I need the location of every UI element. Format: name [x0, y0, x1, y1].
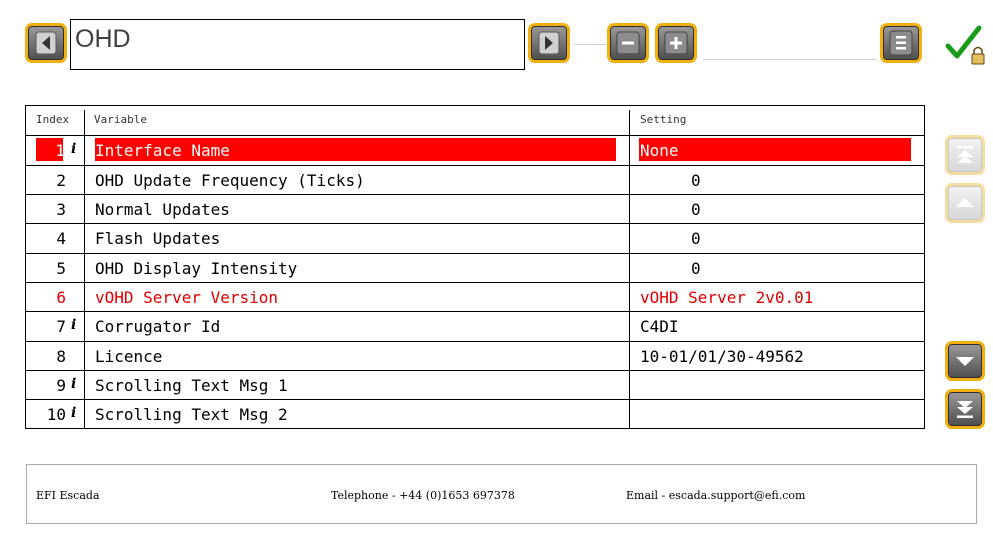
setting-value[interactable]: 0 [691, 259, 701, 278]
footer-company: EFI Escada [36, 489, 100, 502]
table-row[interactable]: 5 OHD Display Intensity 0 [26, 253, 924, 283]
selection-highlight [639, 138, 911, 161]
row-index: 8 [56, 347, 66, 366]
page-title: OHD [70, 19, 525, 70]
table-row[interactable]: 9 i Scrolling Text Msg 1 [26, 370, 924, 400]
toolbar-divider [574, 44, 606, 45]
row-index: 2 [56, 171, 66, 190]
scroll-down-button[interactable] [945, 341, 985, 381]
arrow-right-icon [538, 31, 560, 55]
double-chevron-up-icon [957, 146, 973, 163]
confirm-button[interactable] [944, 24, 988, 68]
table-row[interactable]: 10 i Scrolling Text Msg 2 [26, 399, 924, 429]
column-header-variable: Variable [94, 113, 147, 126]
column-header-index: Index [36, 113, 70, 126]
footer-telephone: Telephone - +44 (0)1653 697378 [331, 489, 515, 502]
table-row[interactable]: 2 OHD Update Frequency (Ticks) 0 [26, 165, 924, 195]
setting-value[interactable]: C4DI [640, 317, 679, 336]
checkmark-lock-icon [945, 25, 985, 65]
variable-name: Flash Updates [95, 229, 221, 248]
chevron-down-icon [956, 357, 974, 366]
menu-icon [889, 30, 913, 56]
setting-value: vOHD Server 2v0.01 [640, 288, 814, 307]
setting-value[interactable]: None [640, 141, 679, 160]
row-index: 4 [56, 229, 66, 248]
footer: EFI Escada Telephone - +44 (0)1653 69737… [26, 464, 977, 524]
column-header-setting: Setting [640, 113, 687, 126]
info-icon[interactable]: i [71, 405, 76, 421]
chevron-up-icon [956, 198, 974, 207]
info-icon[interactable]: i [71, 141, 76, 157]
setting-value[interactable]: 0 [691, 171, 701, 190]
row-index: 7 [56, 317, 66, 336]
variable-name: Normal Updates [95, 200, 230, 219]
table-row[interactable]: 7 i Corrugator Id C4DI [26, 311, 924, 341]
decrease-button[interactable] [607, 23, 649, 63]
row-index: 10 [46, 405, 66, 424]
variable-name: Corrugator Id [95, 317, 221, 336]
setting-value[interactable]: 0 [691, 229, 701, 248]
setting-value[interactable]: 0 [691, 200, 701, 219]
row-index: 6 [56, 288, 66, 307]
info-icon[interactable]: i [71, 317, 76, 333]
table-row[interactable]: 8 Licence 10-01/01/30-49562 [26, 341, 924, 371]
plus-icon [664, 31, 688, 55]
scroll-to-bottom-button[interactable] [945, 389, 985, 429]
arrow-left-icon [35, 31, 57, 55]
next-button[interactable] [528, 23, 570, 63]
double-chevron-down-icon [957, 401, 973, 418]
table-row[interactable]: 4 Flash Updates 0 [26, 223, 924, 253]
table-row[interactable]: 6 vOHD Server Version vOHD Server 2v0.01 [26, 282, 924, 312]
scroll-to-top-button[interactable] [945, 135, 985, 175]
previous-button[interactable] [25, 23, 67, 63]
variable-name: Scrolling Text Msg 2 [95, 405, 288, 424]
table-row[interactable]: 1 i Interface Name None [26, 135, 924, 165]
variables-table: Index Variable Setting 1 i Interface Nam… [25, 105, 925, 429]
row-index: 1 [55, 141, 65, 160]
variable-name: Licence [95, 347, 163, 366]
row-index: 9 [56, 376, 66, 395]
variable-name: Scrolling Text Msg 1 [95, 376, 288, 395]
increase-button[interactable] [655, 23, 697, 63]
scroll-up-button[interactable] [945, 183, 985, 223]
toolbar-divider [703, 59, 877, 60]
table-row[interactable]: 3 Normal Updates 0 [26, 194, 924, 224]
variable-name: OHD Display Intensity [95, 259, 298, 278]
minus-icon [616, 31, 640, 55]
variable-name: vOHD Server Version [95, 288, 279, 307]
row-index: 3 [56, 200, 66, 219]
variable-name: Interface Name [95, 141, 230, 160]
row-index: 5 [56, 259, 66, 278]
variable-name: OHD Update Frequency (Ticks) [95, 171, 365, 190]
info-icon[interactable]: i [71, 376, 76, 392]
footer-email: Email - escada.support@efi.com [626, 489, 806, 502]
setting-value[interactable]: 10-01/01/30-49562 [640, 347, 804, 366]
menu-button[interactable] [880, 23, 922, 63]
